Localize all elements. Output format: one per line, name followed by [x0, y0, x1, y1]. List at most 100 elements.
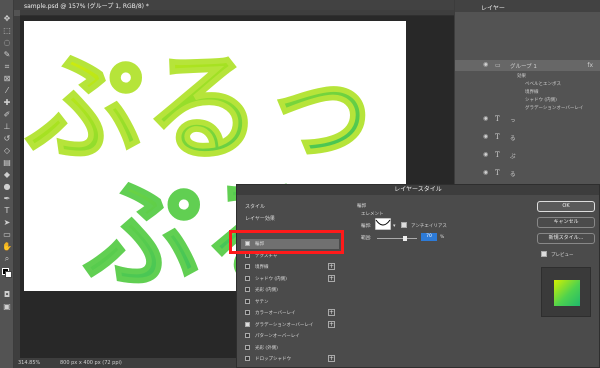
visibility-eye-icon[interactable]: ◉	[483, 134, 490, 140]
visibility-eye-icon[interactable]: ◉	[483, 62, 490, 68]
style-item-label: ドロップシャドウ	[255, 357, 291, 362]
layer-name: ぷ	[510, 154, 516, 160]
rectangle-tool-icon[interactable]: ▭	[2, 230, 12, 240]
visibility-eye-icon[interactable]: ◉	[483, 152, 490, 158]
document-tab[interactable]: sample.psd @ 157% (グループ 1, RGB/8) *	[14, 0, 454, 10]
visibility-eye-icon[interactable]: ◉	[483, 116, 490, 122]
style-item[interactable]: ドロップシャドウ +	[241, 354, 339, 364]
layer-row-text[interactable]: ◉ T る	[455, 132, 600, 143]
options-subtitle: エレメント	[361, 212, 384, 217]
range-label: 範囲:	[361, 236, 372, 241]
add-effect-plus-icon[interactable]: +	[328, 309, 335, 316]
chevron-down-icon[interactable]: ▾	[393, 223, 396, 229]
styles-header[interactable]: スタイル	[245, 203, 265, 210]
preview-swatch	[554, 280, 580, 306]
dodge-tool-icon[interactable]: ●	[2, 182, 12, 192]
cancel-button[interactable]: キャンセル	[537, 217, 595, 228]
visibility-eye-icon[interactable]: ◉	[483, 170, 490, 176]
range-unit: %	[440, 235, 445, 240]
zoom-level[interactable]: 314.85%	[18, 360, 40, 366]
style-list: スタイル レイヤー効果 輪郭 テクスチャ 境界線 + シャドウ (内側) + 光彩 (内側)…	[241, 199, 339, 367]
tools-toolbar: ✥ ⬚ ◌ ✎ ⌗ ⊠ ⁄ ✚ ✐ ⊥ ↺ ◇ ▤ ◆ ● ✒ T ➤ ▭ ✋ …	[0, 0, 14, 368]
style-item[interactable]: 境界線 +	[241, 262, 339, 272]
layer-row-text[interactable]: ◉ T る	[455, 168, 600, 179]
style-item-checkbox[interactable]	[245, 275, 250, 281]
range-slider[interactable]	[377, 238, 417, 239]
zoom-tool-icon[interactable]: ⌕	[2, 254, 12, 264]
stamp-tool-icon[interactable]: ⊥	[2, 122, 12, 132]
document-tab-title: sample.psd @ 157% (グループ 1, RGB/8) *	[24, 3, 149, 10]
ok-button[interactable]: OK	[537, 201, 595, 212]
move-tool-icon[interactable]: ✥	[2, 14, 12, 24]
hand-tool-icon[interactable]: ✋	[2, 242, 12, 252]
style-item-checkbox[interactable]	[245, 333, 250, 338]
type-tool-icon[interactable]: T	[2, 206, 12, 216]
layer-name: る	[510, 136, 516, 142]
eyedropper-tool-icon[interactable]: ⁄	[2, 86, 12, 96]
style-item[interactable]: パターンオーバーレイ	[241, 331, 339, 341]
antialias-checkbox[interactable]	[401, 222, 407, 228]
style-item-checkbox[interactable]	[245, 356, 250, 361]
fx-icon[interactable]: fx	[587, 62, 593, 69]
style-item-checkbox[interactable]	[245, 264, 250, 269]
add-effect-plus-icon[interactable]: +	[328, 355, 335, 362]
gradient-tool-icon[interactable]: ▤	[2, 158, 12, 168]
blur-tool-icon[interactable]: ◆	[2, 170, 12, 180]
history-brush-tool-icon[interactable]: ↺	[2, 134, 12, 144]
add-effect-plus-icon[interactable]: +	[328, 320, 335, 328]
folder-icon: ▭	[495, 62, 501, 69]
text-layer-icon: T	[495, 151, 500, 159]
range-slider-thumb[interactable]	[403, 236, 407, 241]
style-item-checkbox[interactable]	[245, 298, 250, 304]
brush-tool-icon[interactable]: ✐	[2, 110, 12, 120]
style-item[interactable]: 光彩 (内側)	[241, 285, 339, 295]
style-item[interactable]: 光彩 (外側)	[241, 343, 339, 353]
frame-tool-icon[interactable]: ⊠	[2, 74, 12, 84]
effect-item: シャドウ (内側)	[525, 98, 557, 103]
quick-mask-icon[interactable]: ◘	[2, 290, 12, 300]
style-item[interactable]: シャドウ (内側) +	[241, 274, 339, 284]
text-layer-icon: T	[495, 133, 500, 141]
style-preview	[541, 267, 591, 317]
effect-item: 境界線	[525, 90, 539, 95]
style-item-checkbox[interactable]	[245, 321, 250, 327]
healing-brush-tool-icon[interactable]: ✚	[2, 98, 12, 108]
document-info[interactable]: 800 px x 400 px (72 ppi)	[60, 360, 122, 366]
style-item-checkbox[interactable]	[245, 287, 250, 292]
contour-picker[interactable]	[375, 218, 391, 230]
style-item[interactable]: グラデーションオーバーレイ +	[241, 320, 339, 330]
preview-checkbox[interactable]	[541, 251, 547, 257]
range-value-input[interactable]: 70	[421, 233, 437, 241]
text-layer-icon: T	[495, 169, 500, 177]
lasso-tool-icon[interactable]: ◌	[2, 38, 12, 48]
effects-label: 効果	[517, 74, 526, 79]
style-item-label: カラーオーバーレイ	[255, 311, 296, 316]
style-item-checkbox[interactable]	[245, 344, 250, 350]
style-item-label: 光彩 (外側)	[255, 345, 278, 351]
add-effect-plus-icon[interactable]: +	[328, 274, 335, 282]
path-select-tool-icon[interactable]: ➤	[2, 218, 12, 228]
layer-row-text[interactable]: ◉ T ぷ	[455, 150, 600, 161]
layer-effects-header[interactable]: レイヤー効果	[245, 215, 275, 222]
effect-item: ベベルとエンボス	[525, 82, 561, 87]
layer-name: る	[510, 172, 516, 178]
background-color-swatch[interactable]	[5, 271, 12, 278]
quick-select-tool-icon[interactable]: ✎	[2, 50, 12, 60]
layer-row-text[interactable]: ◉ T っ	[455, 114, 600, 125]
eraser-tool-icon[interactable]: ◇	[2, 146, 12, 156]
layer-name: っ	[510, 118, 516, 124]
screen-mode-icon[interactable]: ▣	[2, 302, 12, 312]
style-item-checkbox[interactable]	[245, 310, 250, 315]
pen-tool-icon[interactable]: ✒	[2, 194, 12, 204]
layer-row-group[interactable]: ◉ ▭ グループ 1 fx	[455, 60, 600, 71]
antialias-label: アンチエイリアス	[411, 224, 447, 229]
marquee-tool-icon[interactable]: ⬚	[2, 26, 12, 36]
layers-panel-title[interactable]: レイヤー	[481, 3, 505, 12]
crop-tool-icon[interactable]: ⌗	[2, 62, 12, 72]
preview-label: プレビュー	[551, 253, 574, 258]
style-item[interactable]: カラーオーバーレイ +	[241, 308, 339, 318]
style-item[interactable]: サテン	[241, 297, 339, 307]
add-effect-plus-icon[interactable]: +	[328, 263, 335, 270]
new-style-button[interactable]: 新規スタイル...	[537, 233, 595, 244]
contour-label: 輪郭:	[361, 224, 372, 229]
